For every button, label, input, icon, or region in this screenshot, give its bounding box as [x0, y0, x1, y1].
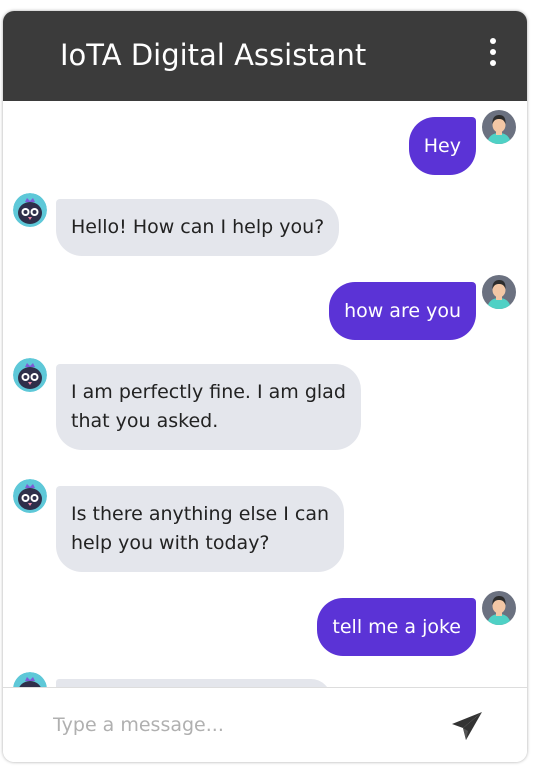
user-message: tell me a joke [317, 598, 476, 656]
message-line: Is there anything else I can [71, 503, 330, 525]
send-icon[interactable] [450, 710, 484, 742]
message-line: I am perfectly fine. I am glad [71, 381, 346, 403]
user-message: how are you [329, 282, 476, 340]
bot-avatar-icon [13, 358, 47, 392]
bot-message-partial [56, 679, 331, 687]
user-message: Hey [408, 117, 476, 175]
user-avatar-icon [482, 110, 516, 144]
message-input[interactable] [51, 707, 415, 743]
message-line: that you asked. [71, 410, 219, 432]
message-list[interactable]: Hey Hello! How can I help you? how are y… [3, 101, 527, 687]
bot-avatar-icon [13, 193, 47, 227]
bot-message: Is there anything else I can help you wi… [56, 486, 345, 572]
user-avatar-icon [482, 275, 516, 309]
chat-widget: IoTA Digital Assistant Hey Hello! How ca… [3, 11, 527, 762]
user-avatar-icon [482, 591, 516, 625]
more-vertical-icon[interactable] [481, 38, 505, 68]
chat-title: IoTA Digital Assistant [60, 38, 367, 72]
composer-bar [3, 687, 527, 762]
bot-avatar-icon [13, 479, 47, 513]
message-line: help you with today? [71, 532, 270, 554]
chat-header: IoTA Digital Assistant [3, 11, 527, 101]
bot-avatar-icon [13, 672, 47, 687]
bot-message: Hello! How can I help you? [56, 199, 340, 256]
bot-message: I am perfectly fine. I am glad that you … [56, 364, 361, 450]
